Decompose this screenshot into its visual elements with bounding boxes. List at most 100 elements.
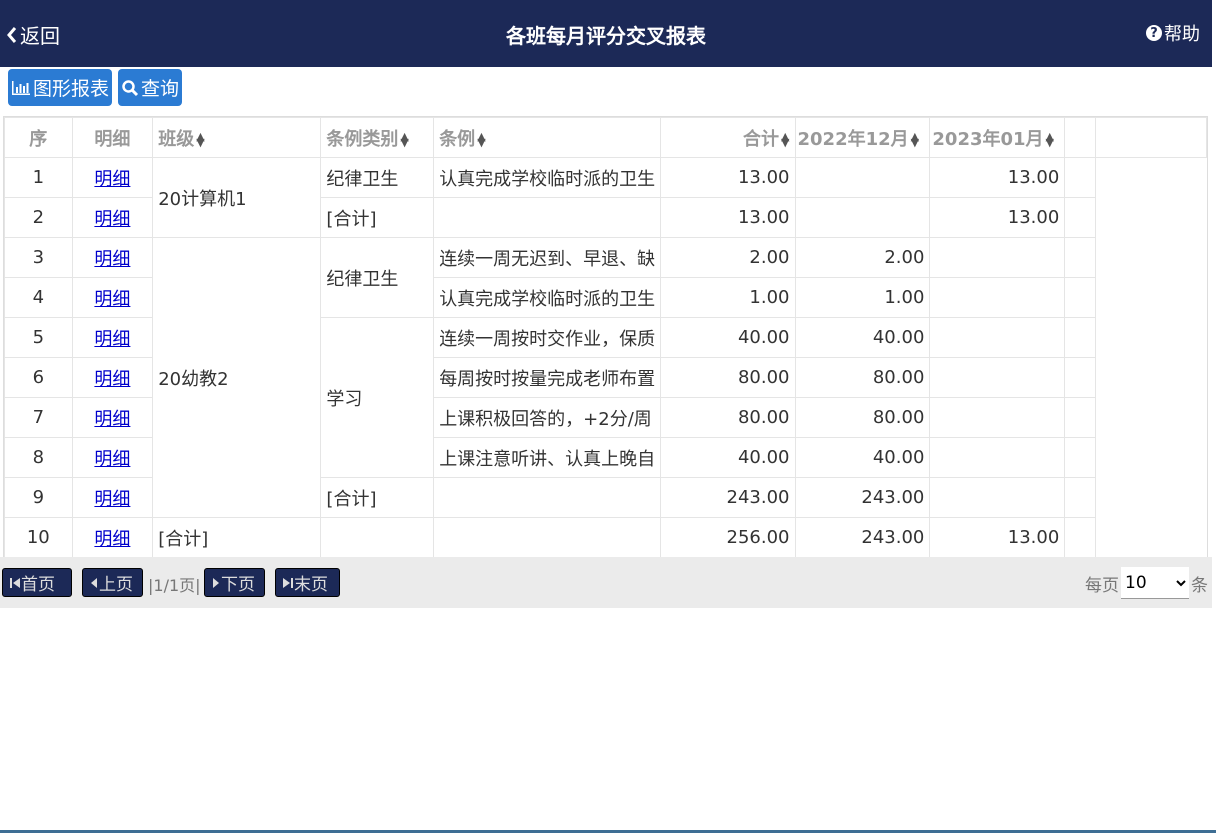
cell-rule	[433, 477, 662, 518]
sort-icon[interactable]: ▲ ▼	[477, 131, 485, 148]
cell-month-1: 80.00	[794, 357, 931, 398]
cell-no: 2	[4, 197, 73, 238]
prev-page-button[interactable]: 上页	[82, 568, 143, 597]
cell-category: [合计]	[320, 197, 435, 238]
cell-total: 40.00	[660, 437, 796, 478]
detail-link[interactable]: 明细	[94, 249, 130, 270]
cell-month-1: 40.00	[794, 437, 931, 478]
per-page-select[interactable]: 10	[1121, 567, 1189, 599]
sort-icon[interactable]: ▲ ▼	[400, 131, 408, 148]
cell-empty	[1096, 158, 1207, 198]
col-header-blank	[1095, 117, 1207, 158]
help-button[interactable]: ? 帮助	[1146, 20, 1200, 46]
cell-detail: 明细	[71, 477, 154, 518]
cell-blank	[1064, 277, 1097, 318]
last-page-label: 末页	[294, 575, 328, 595]
detail-link[interactable]: 明细	[94, 369, 130, 390]
cell-month-1: 243.00	[794, 477, 931, 518]
cell-total: 256.00	[660, 517, 796, 558]
detail-link[interactable]: 明细	[94, 169, 130, 190]
detail-link[interactable]: 明细	[94, 409, 130, 430]
cell-month-2: 13.00	[929, 157, 1066, 198]
cell-no: 8	[4, 437, 73, 478]
sort-icon[interactable]: ▲ ▼	[781, 131, 789, 148]
detail-link[interactable]: 明细	[94, 449, 130, 470]
cell-category: [合计]	[320, 477, 435, 518]
cell-month-2	[929, 397, 1066, 438]
chart-report-label: 图形报表	[33, 78, 110, 100]
cell-total: 13.00	[660, 157, 796, 198]
detail-link[interactable]: 明细	[94, 289, 130, 310]
cell-month-1	[794, 157, 931, 198]
cell-no: 3	[4, 237, 73, 278]
cell-detail: 明细	[71, 277, 154, 318]
cell-month-1: 1.00	[794, 277, 931, 318]
cell-rule	[433, 517, 662, 558]
cell-blank	[1064, 237, 1097, 278]
cell-detail: 明细	[71, 237, 154, 278]
cell-month-1	[794, 197, 931, 238]
cell-blank	[1064, 517, 1097, 558]
sort-icon[interactable]: ▲ ▼	[911, 131, 919, 148]
cell-rule	[433, 197, 662, 238]
cell-empty	[1096, 198, 1207, 238]
cell-month-2: 13.00	[929, 197, 1066, 238]
cell-empty	[1096, 238, 1207, 278]
cell-month-1: 40.00	[794, 317, 931, 358]
page-title: 各班每月评分交叉报表	[506, 24, 706, 48]
cell-month-2	[929, 237, 1066, 278]
cell-blank	[1064, 397, 1097, 438]
chart-report-button[interactable]: 图形报表	[8, 69, 113, 106]
detail-link[interactable]: 明细	[94, 489, 130, 510]
cell-no: 7	[4, 397, 73, 438]
cell-no: 1	[4, 157, 73, 198]
col-header-category[interactable]: 条例类别 ▲ ▼	[320, 117, 435, 158]
prev-page-label: 上页	[99, 575, 133, 595]
cell-rule: 认真完成学校临时派的卫生	[433, 277, 662, 318]
query-button[interactable]: 查询	[118, 69, 183, 106]
col-header-rule[interactable]: 条例 ▲ ▼	[433, 117, 662, 158]
col-header-total[interactable]: 合计 ▲ ▼	[660, 117, 796, 158]
cell-total: 243.00	[660, 477, 796, 518]
cell-empty	[1096, 358, 1207, 398]
cell-total: 1.00	[660, 277, 796, 318]
cell-category: 纪律卫生	[320, 157, 435, 198]
cell-class: 20幼教2	[152, 237, 322, 518]
next-page-label: 下页	[221, 575, 255, 595]
cell-detail: 明细	[71, 157, 154, 198]
col-header-class[interactable]: 班级 ▲ ▼	[152, 117, 322, 158]
cell-total: 80.00	[660, 357, 796, 398]
last-page-icon	[283, 577, 293, 588]
cell-empty	[1096, 398, 1207, 438]
first-page-button[interactable]: 首页	[2, 568, 72, 597]
cell-detail: 明细	[71, 397, 154, 438]
sort-icon[interactable]: ▲ ▼	[196, 131, 204, 148]
detail-link[interactable]: 明细	[94, 209, 130, 230]
cell-no: 6	[4, 357, 73, 398]
detail-link[interactable]: 明细	[94, 329, 130, 350]
help-label: 帮助	[1164, 24, 1200, 45]
cell-rule: 上课积极回答的，+2分/周	[433, 397, 662, 438]
cell-total: 40.00	[660, 317, 796, 358]
last-page-button[interactable]: 末页	[275, 568, 340, 597]
cell-detail: 明细	[71, 197, 154, 238]
question-icon: ?	[1146, 25, 1162, 41]
cell-blank	[1064, 477, 1097, 518]
col-header-month-2[interactable]: 2023年01月 ▲ ▼	[929, 117, 1066, 158]
col-header-month-1[interactable]: 2022年12月 ▲ ▼	[794, 117, 931, 158]
caret-right-icon	[213, 577, 219, 588]
cell-rule: 连续一周按时交作业，保质	[433, 317, 662, 358]
next-page-button[interactable]: 下页	[204, 568, 265, 597]
report-grid[interactable]: 序 明细 班级 ▲ ▼ 条例类别 ▲ ▼ 条例 ▲ ▼ 合计 ▲ ▼ 2022年12月 ▲ ▼ 20…	[3, 116, 1208, 558]
col-header-blank	[1064, 117, 1097, 158]
per-page-unit: 条	[1191, 575, 1208, 596]
cell-no: 5	[4, 317, 73, 358]
toolbar: 图形报表 查询	[0, 67, 1212, 115]
detail-link[interactable]: 明细	[94, 529, 130, 550]
cell-total: 2.00	[660, 237, 796, 278]
table-row: 3 明细 20幼教2 纪律卫生 连续一周无迟到、早退、缺 2.00 2.00	[4, 237, 1207, 518]
cell-detail: 明细	[71, 437, 154, 478]
sort-icon[interactable]: ▲ ▼	[1046, 131, 1054, 148]
cell-month-2	[929, 477, 1066, 518]
cell-month-1: 243.00	[794, 517, 931, 558]
